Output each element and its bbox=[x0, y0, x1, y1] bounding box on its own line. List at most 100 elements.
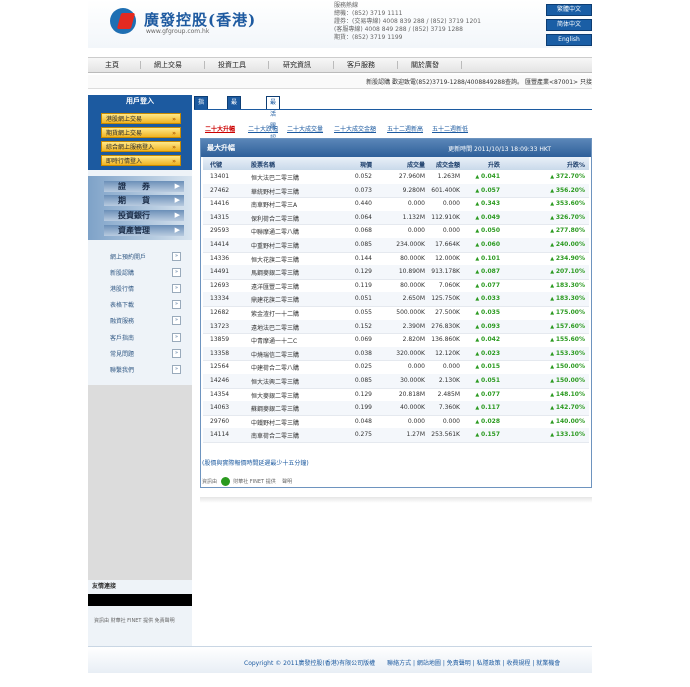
brand-name[interactable]: 廣發控股(香港) bbox=[144, 9, 256, 30]
cell-code[interactable]: 12564 bbox=[210, 363, 229, 370]
menu-asset-management[interactable]: 資產管理 ▶ bbox=[88, 224, 192, 237]
cell-code[interactable]: 29760 bbox=[210, 418, 229, 425]
gf-logo-icon[interactable] bbox=[110, 8, 136, 34]
table-row[interactable]: 14246 恒大法興二零三購 0.085 30.000K 2.130K 0.051 150.… bbox=[203, 374, 589, 389]
table-row[interactable]: 29593 中聯摩通二零八購 0.068 0.000 0.000 0.050 277.80% bbox=[203, 224, 589, 239]
sidebar-link-ipo[interactable]: 新股認購 » bbox=[88, 265, 192, 279]
cell-code[interactable]: 27462 bbox=[210, 187, 229, 194]
table-row[interactable]: 13723 遠地法巴二零三購 0.152 2.390M 276.830K 0.093 157… bbox=[203, 319, 589, 335]
cell-name[interactable]: 恒大法興二零三購 bbox=[251, 377, 299, 386]
cell-name[interactable]: 恒大花旗二零三購 bbox=[251, 255, 299, 264]
table-row[interactable]: 12682 紫金渣打一十二購 0.055 500.000K 27.500K 0.035 17… bbox=[203, 306, 589, 321]
sidebar-link-hk-quotes[interactable]: 港股行情 » bbox=[88, 281, 192, 295]
table-row[interactable]: 12564 中建荷合二零八購 0.025 0.000 0.000 0.015 150.00% bbox=[203, 360, 589, 375]
table-row[interactable]: 13334 鼎建花旗二零三購 0.051 2.650M 125.750K 0.033 183… bbox=[203, 292, 589, 307]
menu-securities[interactable]: 證 券 ▶ bbox=[88, 180, 192, 193]
table-row[interactable]: 13401 恒大法巴二零三購 0.052 27.960M 1.263M 0.041 372.… bbox=[203, 170, 589, 185]
cell-code[interactable]: 12682 bbox=[210, 309, 229, 316]
ticker-text[interactable]: 新股認購 歡迎致電(852)3719-1288/4008849288查詢。 匯豐… bbox=[366, 77, 592, 86]
cell-name[interactable]: 保利荷合二零三購 bbox=[251, 214, 299, 223]
cell-name[interactable]: 蘇鋼麥銀二零三購 bbox=[251, 404, 299, 413]
tab-index-quotes[interactable]: 指數報價 bbox=[194, 96, 209, 142]
friends-links-select[interactable] bbox=[88, 594, 192, 606]
cell-name[interactable]: 馬鋼麥銀二零三購 bbox=[251, 268, 299, 277]
cell-code[interactable]: 14354 bbox=[210, 391, 229, 398]
login-integrated-button[interactable]: 綜合網上服務登入 » bbox=[101, 141, 181, 152]
cell-code[interactable]: 13723 bbox=[210, 323, 229, 330]
table-row[interactable]: 27462 華統野村二零三購 0.073 9.280M 601.400K 0.057 356… bbox=[203, 183, 589, 199]
lang-simplified-button[interactable]: 简体中文 bbox=[546, 19, 592, 31]
table-row[interactable]: 14354 恒大麥銀二零三購 0.129 20.818M 2.485M 0.077 148.… bbox=[203, 388, 589, 403]
sidebar-link-margin[interactable]: 融資服務 » bbox=[88, 313, 192, 327]
cell-name[interactable]: 中聯摩通二零八購 bbox=[251, 227, 299, 236]
subnav-top-losers[interactable]: 二十大跌幅 bbox=[248, 124, 278, 133]
menu-investment-banking[interactable]: 投資銀行 ▶ bbox=[88, 209, 192, 222]
footer-links[interactable]: Copyright © 2011廣發控股(香港)有限公司版權 聯絡方式 | 網站… bbox=[244, 658, 560, 667]
lang-traditional-button[interactable]: 繁體中文 bbox=[546, 4, 592, 16]
cell-name[interactable]: 南車野村二零三A bbox=[251, 200, 297, 209]
cell-name[interactable]: 華統野村二零三購 bbox=[251, 187, 299, 196]
cell-code[interactable]: 14063 bbox=[210, 404, 229, 411]
tab-most-active-warrants[interactable]: 最活躍認股證 bbox=[266, 96, 281, 166]
cell-name[interactable]: 恒大法巴二零三購 bbox=[251, 173, 299, 182]
sidebar-link-faq[interactable]: 常見問題 » bbox=[88, 346, 192, 360]
table-row[interactable]: 14315 保利荷合二零三購 0.064 1.132M 112.910K 0.049 326… bbox=[203, 210, 589, 226]
cell-code[interactable]: 12693 bbox=[210, 282, 229, 289]
cell-name[interactable]: 鼎建花旗二零三購 bbox=[251, 295, 299, 304]
nav-investment-tools[interactable]: 投資工具 bbox=[218, 58, 246, 72]
sidebar-link-forms[interactable]: 表格下載 » bbox=[88, 297, 192, 311]
table-row[interactable]: 14114 南車荷合二零三購 0.275 1.27M 253.561K 0.157 133.… bbox=[203, 428, 589, 443]
cell-code[interactable]: 14315 bbox=[210, 214, 229, 221]
login-realtime-quotes-button[interactable]: 即時行情登入 » bbox=[101, 155, 181, 166]
cell-name[interactable]: 紫金渣打一十二購 bbox=[251, 309, 299, 318]
login-hk-stocks-button[interactable]: 港股網上交易 » bbox=[101, 113, 181, 124]
cell-code[interactable]: 14416 bbox=[210, 200, 229, 207]
table-row[interactable]: 14491 馬鋼麥銀二零三購 0.129 10.890M 913.178K 0.087 20… bbox=[203, 265, 589, 280]
cell-code[interactable]: 14414 bbox=[210, 241, 229, 248]
disclaimer-link[interactable]: 聲明 bbox=[282, 479, 292, 485]
subnav-52w-high[interactable]: 五十二週新高 bbox=[387, 124, 423, 133]
cell-code[interactable]: 14246 bbox=[210, 377, 229, 384]
cell-name[interactable]: 恒大麥銀二零三購 bbox=[251, 391, 299, 400]
cell-name[interactable]: 中建荷合二零八購 bbox=[251, 363, 299, 372]
nav-research[interactable]: 研究資訊 bbox=[283, 58, 311, 72]
table-row[interactable]: 29760 中鐵野村二零三購 0.048 0.000 0.000 0.028 140.00% bbox=[203, 415, 589, 430]
cell-code[interactable]: 14336 bbox=[210, 255, 229, 262]
cell-code[interactable]: 29593 bbox=[210, 227, 229, 234]
finet-logo-icon[interactable] bbox=[220, 477, 230, 486]
lang-english-button[interactable]: English bbox=[546, 34, 592, 46]
nav-online-trading[interactable]: 網上交易 bbox=[154, 58, 182, 72]
table-row[interactable]: 14416 南車野村二零三A 0.440 0.000 0.000 0.343 353.60% bbox=[203, 197, 589, 212]
menu-futures[interactable]: 期 貨 ▶ bbox=[88, 194, 192, 207]
cell-code[interactable]: 14491 bbox=[210, 268, 229, 275]
cell-code[interactable]: 13859 bbox=[210, 336, 229, 343]
nav-about[interactable]: 關於廣發 bbox=[411, 58, 439, 72]
cell-code[interactable]: 14114 bbox=[210, 431, 229, 438]
sidebar-finet-credit[interactable]: 資訊由 財華社 FINET 提供 免責聲明 bbox=[94, 617, 175, 624]
nav-home[interactable]: 主頁 bbox=[105, 58, 119, 72]
cell-name[interactable]: 中重野村二零三購 bbox=[251, 241, 299, 250]
subnav-52w-low[interactable]: 五十二週新低 bbox=[432, 124, 468, 133]
cell-name[interactable]: 中燒瑞信二零三購 bbox=[251, 350, 299, 359]
table-row[interactable]: 14336 恒大花旗二零三購 0.144 80.000K 12.000K 0.101 234… bbox=[203, 252, 589, 267]
cell-code[interactable]: 13401 bbox=[210, 173, 229, 180]
sidebar-link-open-account[interactable]: 網上預約開戶 » bbox=[88, 249, 192, 263]
cell-name[interactable]: 遠洋匯豐二零三購 bbox=[251, 282, 299, 291]
table-row[interactable]: 14414 中重野村二零三購 0.085 234.000K 17.664K 0.060 24… bbox=[203, 238, 589, 253]
cell-code[interactable]: 13334 bbox=[210, 295, 229, 302]
subnav-top-turnover[interactable]: 二十大成交金額 bbox=[334, 124, 376, 133]
sidebar-link-guide[interactable]: 客戶指南 » bbox=[88, 330, 192, 344]
cell-name[interactable]: 中青摩通一十二C bbox=[251, 336, 297, 345]
cell-name[interactable]: 遠地法巴二零三購 bbox=[251, 323, 299, 332]
subnav-top-gainers[interactable]: 二十大升幅 bbox=[205, 124, 235, 133]
table-row[interactable]: 14063 蘇鋼麥銀二零三購 0.199 40.000K 7.360K 0.117 142.… bbox=[203, 401, 589, 416]
cell-name[interactable]: 中鐵野村二零三購 bbox=[251, 418, 299, 427]
table-row[interactable]: 12693 遠洋匯豐二零三購 0.119 80.000K 7.060K 0.077 183.… bbox=[203, 279, 589, 294]
subnav-top-volume[interactable]: 二十大成交量 bbox=[287, 124, 323, 133]
sidebar-link-contact[interactable]: 聯繫我們 » bbox=[88, 362, 192, 376]
login-futures-button[interactable]: 期貨網上交易 » bbox=[101, 127, 181, 138]
cell-code[interactable]: 13358 bbox=[210, 350, 229, 357]
table-row[interactable]: 13358 中燒瑞信二零三購 0.038 320.000K 12.120K 0.023 15… bbox=[203, 346, 589, 362]
tab-most-active-stocks[interactable]: 最活躍股票 bbox=[227, 96, 242, 154]
table-row[interactable]: 13859 中青摩通一十二C 0.069 2.820M 136.860K 0.042 155… bbox=[203, 333, 589, 348]
